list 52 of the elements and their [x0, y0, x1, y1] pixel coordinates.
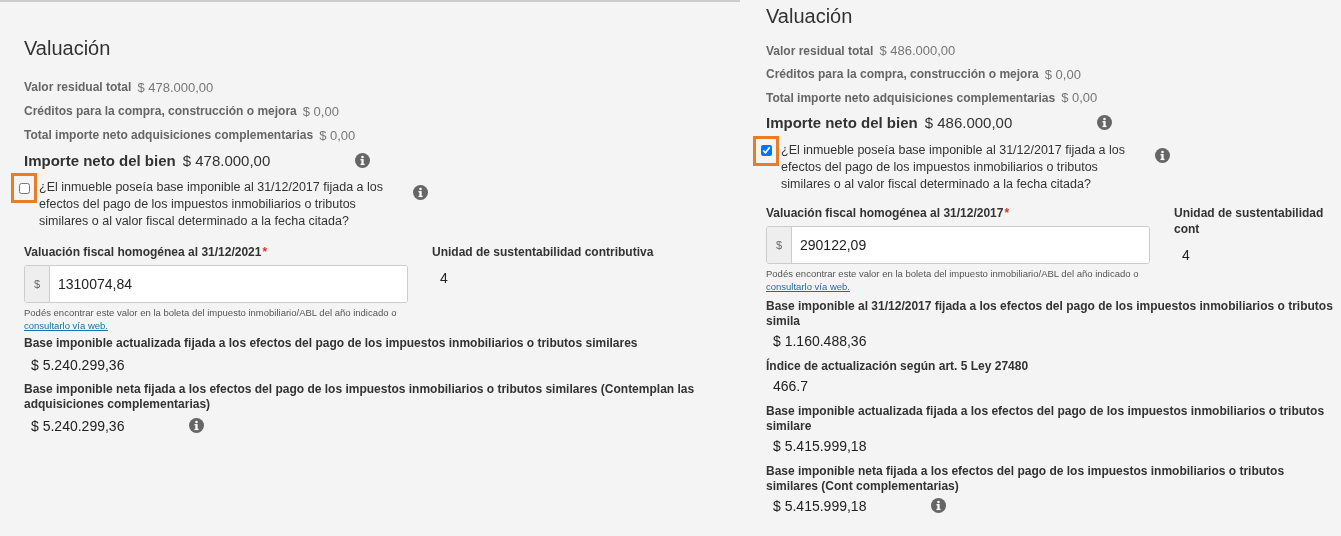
summary-label: Total importe neto adquisiciones complementarias	[766, 90, 1056, 105]
help-text: Podés encontrar este valor en la boleta del impuesto inmobiliario/ABL del año indicado o consultarlo vía web.	[766, 266, 1140, 293]
result-value: $ 5.240.299,36	[31, 356, 125, 373]
info-icon[interactable]	[189, 418, 204, 433]
result-value: $ 5.415.999,18	[773, 437, 867, 454]
result-label: Base imponible neta fijada a los efectos del pago de los impuestos inmobiliarios o tributos similares (Contemplan las adquisiciones complementarias)	[24, 382, 696, 412]
summary-label: Valor residual total	[766, 43, 874, 58]
unit-value: 4	[440, 270, 448, 286]
result-label: Base imponible actualizada fijada a los efectos del pago de los impuestos inmobiliarios o tributos similares	[24, 336, 639, 351]
net-amount-label: Importe neto del bien	[766, 114, 918, 131]
info-icon[interactable]	[413, 185, 428, 200]
summary-value: $ 478.000,00	[137, 79, 214, 95]
summary-label: Créditos para la compra, construcción o mejora	[766, 67, 1039, 82]
unit-label: Unidad de sustentabilidad contributiva	[432, 244, 655, 260]
question-label: ¿El inmueble poseía base imponible al 31/12/2017 fijada a los efectos del pago de los impuestos inmobiliarios o tributos similares o al valor fiscal determinado a la fecha citada?	[781, 141, 1126, 193]
result-value: $ 5.415.999,18	[773, 497, 867, 514]
web-link[interactable]: consultarlo vía web.	[766, 280, 850, 292]
info-icon[interactable]	[931, 498, 946, 513]
amount-field[interactable]: $ 290122,09	[766, 225, 1150, 264]
result-label: Base imponible actualizada fijada a los efectos del pago de los impuestos inmobiliarios o tributos similare	[766, 403, 1326, 434]
summary-value: $ 486.000,00	[879, 43, 956, 59]
summary-label: Créditos para la compra, construcción o mejora	[24, 104, 297, 118]
summary-value: $ 0,00	[302, 103, 339, 119]
summary-label: Valor residual total	[24, 80, 132, 94]
web-link[interactable]: consultarlo vía web.	[24, 320, 108, 331]
summary-value: $ 0,00	[1061, 90, 1098, 106]
checkbox[interactable]	[760, 145, 772, 156]
summary-value: $ 0,00	[319, 127, 356, 143]
field-label: Valuación fiscal homogénea al 31/12/2021*	[24, 244, 269, 260]
summary-label: Total importe neto adquisiciones complementarias	[24, 128, 314, 142]
section-title: Valuación	[766, 4, 853, 28]
info-icon[interactable]	[1155, 147, 1170, 163]
result-value: $ 5.240.299,36	[31, 417, 125, 434]
result-value: 466.7	[773, 377, 809, 394]
unit-label: Unidad de sustentabilidad cont	[1174, 204, 1325, 237]
result-label: Índice de actualización según art. 5 Ley 27480	[766, 358, 1030, 374]
net-amount-value: $ 486.000,00	[924, 114, 1013, 131]
amount-field[interactable]: $ 1310074,84	[24, 265, 408, 303]
checkbox[interactable]	[18, 182, 30, 194]
unit-value: 4	[1182, 246, 1190, 263]
info-icon[interactable]	[1097, 115, 1112, 130]
question-label: ¿El inmueble poseía base imponible al 31/12/2017 fijada a los efectos del pago de los impuestos inmobiliarios o tributos similares o al valor fiscal determinado a la fecha citada?	[39, 179, 384, 230]
net-amount-value: $ 478.000,00	[182, 151, 271, 169]
help-text: Podés encontrar este valor en la boleta del impuesto inmobiliario/ABL del año indicado o consultarlo vía web.	[24, 306, 398, 332]
info-icon[interactable]	[355, 152, 370, 168]
net-amount-label: Importe neto del bien	[24, 151, 176, 169]
result-label: Base imponible neta fijada a los efectos del pago de los impuestos inmobiliarios o tributos similares (Cont complementarias)	[766, 463, 1286, 494]
field-label: Valuación fiscal homogénea al 31/12/2017*	[766, 204, 1011, 221]
result-value: $ 1.160.488,36	[773, 332, 867, 349]
summary-value: $ 0,00	[1044, 66, 1081, 82]
result-label: Base imponible al 31/12/2017 fijada a los efectos del pago de los impuestos inmobiliarios o tributos simila	[766, 298, 1334, 329]
section-title: Valuación	[24, 36, 111, 60]
